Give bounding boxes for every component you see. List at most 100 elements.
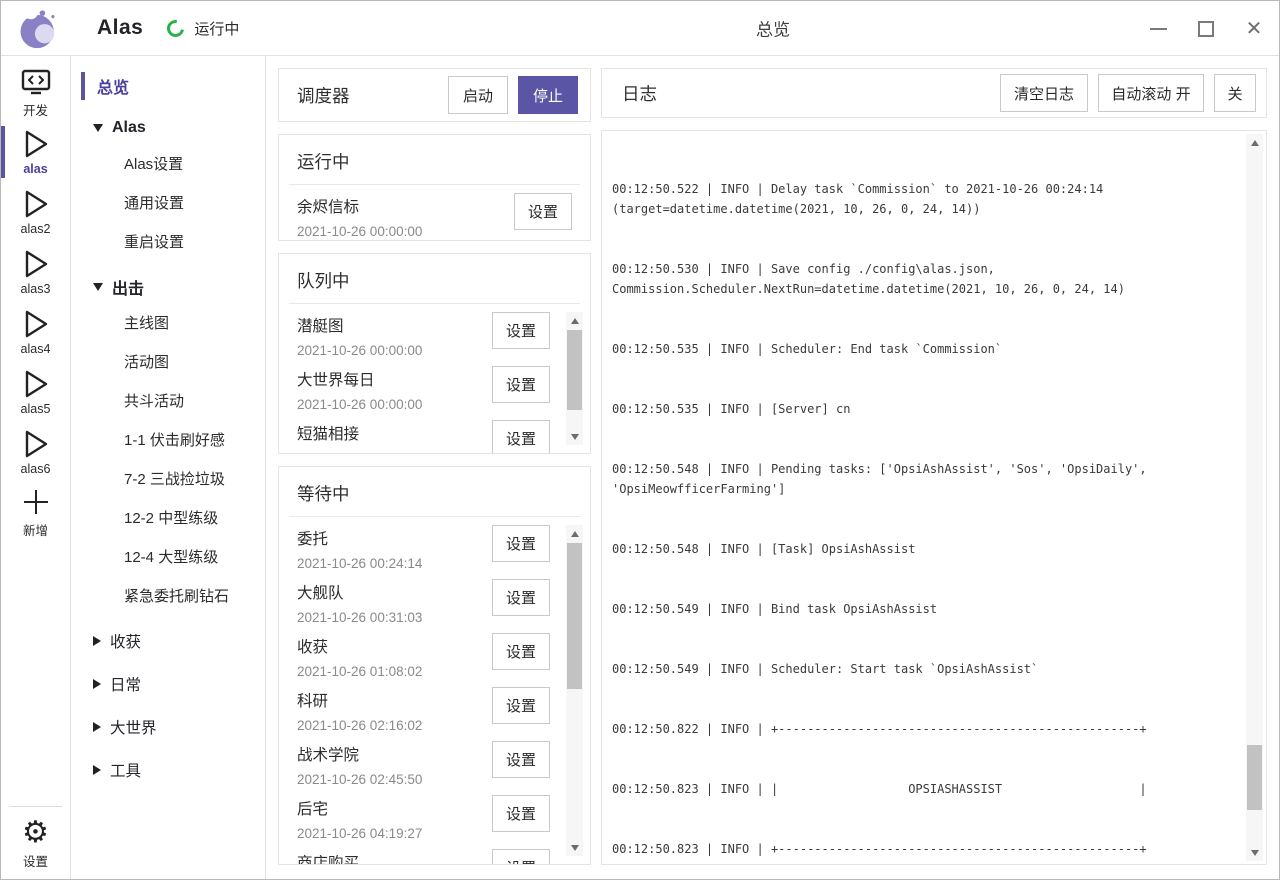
sidebar-item-label: 总览 [97, 74, 129, 98]
sidebar-item-main-map[interactable]: 主线图 [81, 303, 265, 342]
chevron-right-icon [93, 679, 101, 689]
scrollbar-thumb[interactable] [567, 543, 582, 689]
sidebar-group-daily[interactable]: 日常 [81, 667, 265, 701]
sidebar-group-alas[interactable]: Alas [81, 112, 265, 144]
task-time: 2021-10-26 00:00:00 [297, 343, 492, 358]
task-set-button[interactable]: 设置 [492, 849, 550, 864]
instance-rail: 开发 alas alas2 alas3 [1, 56, 71, 879]
task-name: 战术学院 [297, 743, 492, 765]
task-set-button[interactable]: 设置 [514, 193, 572, 230]
group-label: 收获 [110, 630, 141, 652]
scroll-up-button[interactable] [566, 525, 583, 542]
task-row: 后宅 2021-10-26 04:19:27 设置 [297, 795, 582, 841]
close-button[interactable]: ✕ [1243, 18, 1265, 40]
rail-item-alas[interactable]: alas [1, 122, 70, 182]
sidebar-item-restart-settings[interactable]: 重启设置 [81, 222, 265, 261]
sidebar-group-sortie[interactable]: 出击 [81, 271, 265, 303]
sidebar-item-general-settings[interactable]: 通用设置 [81, 183, 265, 222]
sidebar-item-12-4[interactable]: 12-4 大型练级 [81, 537, 265, 576]
sidebar-item-raid[interactable]: 共斗活动 [81, 381, 265, 420]
task-set-button[interactable]: 设置 [492, 633, 550, 670]
triangle-down-icon [571, 434, 579, 440]
rail-item-label: 新增 [23, 520, 48, 539]
scroll-down-button[interactable] [566, 839, 583, 856]
close-icon: ✕ [1246, 19, 1263, 39]
scrollbar-thumb[interactable] [567, 330, 582, 410]
waiting-title: 等待中 [279, 467, 590, 516]
scroll-down-button[interactable] [1246, 844, 1263, 861]
log-off-button[interactable]: 关 [1214, 74, 1256, 112]
sidebar-item-event-map[interactable]: 活动图 [81, 342, 265, 381]
group-label: 大世界 [110, 716, 157, 738]
sidebar-group-reward[interactable]: 收获 [81, 624, 265, 658]
task-set-button[interactable]: 设置 [492, 579, 550, 616]
minimize-button[interactable] [1147, 18, 1169, 40]
rail-item-alas3[interactable]: alas3 [1, 242, 70, 302]
task-set-button[interactable]: 设置 [492, 420, 550, 453]
task-time: 2021-10-26 04:19:27 [297, 826, 492, 841]
log-line: 00:12:50.822 | INFO | +-----------------… [612, 719, 1236, 739]
clear-log-button[interactable]: 清空日志 [1000, 74, 1088, 112]
scheduler-title: 调度器 [297, 83, 350, 108]
task-set-button[interactable]: 设置 [492, 795, 550, 832]
rail-item-label: alas6 [21, 462, 51, 476]
log-lines: 00:12:50.522 | INFO | Delay task `Commis… [612, 139, 1236, 865]
rail-item-dev[interactable]: 开发 [1, 62, 70, 122]
waiting-scrollbar[interactable] [566, 525, 583, 856]
rail-item-settings[interactable]: ⚙ 设置 [1, 813, 70, 873]
log-line: 00:12:50.549 | INFO | Bind task OpsiAshA… [612, 599, 1236, 619]
rail-item-alas2[interactable]: alas2 [1, 182, 70, 242]
sidebar-item-7-2[interactable]: 7-2 三战捡垃圾 [81, 459, 265, 498]
waiting-panel: 等待中 委托 2021-10-26 00:24:14 设置 大舰 [278, 466, 591, 865]
task-row: 商店购买 2021-10-26 00:00:00 设置 [297, 849, 582, 864]
triangle-up-icon [571, 531, 579, 537]
task-row: 委托 2021-10-26 00:24:14 设置 [297, 525, 582, 571]
task-row: 大世界每日 2021-10-26 00:00:00 设置 [297, 366, 582, 412]
log-line: 00:12:50.535 | INFO | Scheduler: End tas… [612, 339, 1236, 359]
rail-item-alas6[interactable]: alas6 [1, 422, 70, 482]
rail-item-alas4[interactable]: alas4 [1, 302, 70, 362]
task-set-button[interactable]: 设置 [492, 525, 550, 562]
task-row: 余烬信标 2021-10-26 00:00:00 设置 [297, 193, 582, 239]
task-set-button[interactable]: 设置 [492, 366, 550, 403]
dev-monitor-icon [21, 66, 51, 98]
queued-scrollbar[interactable] [566, 312, 583, 445]
task-name: 商店购买 [297, 851, 492, 864]
sidebar-item-1-1[interactable]: 1-1 伏击刷好感 [81, 420, 265, 459]
log-scrollbar[interactable] [1246, 134, 1263, 861]
scroll-up-button[interactable] [1246, 134, 1263, 151]
menu-sidebar: 总览 Alas Alas设置 通用设置 重启设置 出击 主线图 活动图 共斗活动… [71, 56, 266, 879]
maximize-button[interactable] [1195, 18, 1217, 40]
log-panel: 00:12:50.522 | INFO | Delay task `Commis… [601, 130, 1267, 865]
start-button[interactable]: 启动 [448, 76, 508, 114]
chevron-down-icon [93, 283, 103, 291]
task-set-button[interactable]: 设置 [492, 312, 550, 349]
app-window: Alas 运行中 总览 ✕ 开发 [0, 0, 1280, 880]
sidebar-item-overview[interactable]: 总览 [81, 70, 265, 102]
task-time: 2021-10-26 00:24:14 [297, 556, 492, 571]
task-set-button[interactable]: 设置 [492, 687, 550, 724]
sidebar-item-urgent-commission[interactable]: 紧急委托刷钻石 [81, 576, 265, 615]
page-title: 总览 [756, 16, 790, 41]
log-column: 日志 清空日志 自动滚动 开 关 00:12:50.522 | INFO | D… [601, 68, 1267, 865]
log-title: 日志 [622, 81, 657, 106]
task-set-button[interactable]: 设置 [492, 741, 550, 778]
sidebar-group-tools[interactable]: 工具 [81, 753, 265, 787]
task-row: 大舰队 2021-10-26 00:31:03 设置 [297, 579, 582, 625]
autoscroll-toggle-button[interactable]: 自动滚动 开 [1098, 74, 1204, 112]
sidebar-item-alas-settings[interactable]: Alas设置 [81, 144, 265, 183]
sidebar-group-opsi[interactable]: 大世界 [81, 710, 265, 744]
rail-item-add[interactable]: 新增 [1, 482, 70, 542]
scroll-down-button[interactable] [566, 428, 583, 445]
rail-item-label: 设置 [23, 851, 48, 870]
scrollbar-thumb[interactable] [1247, 745, 1262, 810]
queued-title: 队列中 [279, 254, 590, 303]
task-row: 收获 2021-10-26 01:08:02 设置 [297, 633, 582, 679]
task-row: 潜艇图 2021-10-26 00:00:00 设置 [297, 312, 582, 358]
stop-button[interactable]: 停止 [518, 76, 578, 114]
sidebar-item-12-2[interactable]: 12-2 中型练级 [81, 498, 265, 537]
log-line: 00:12:50.535 | INFO | [Server] cn [612, 399, 1236, 419]
rail-item-alas5[interactable]: alas5 [1, 362, 70, 422]
scroll-up-button[interactable] [566, 312, 583, 329]
task-name: 委托 [297, 527, 492, 549]
